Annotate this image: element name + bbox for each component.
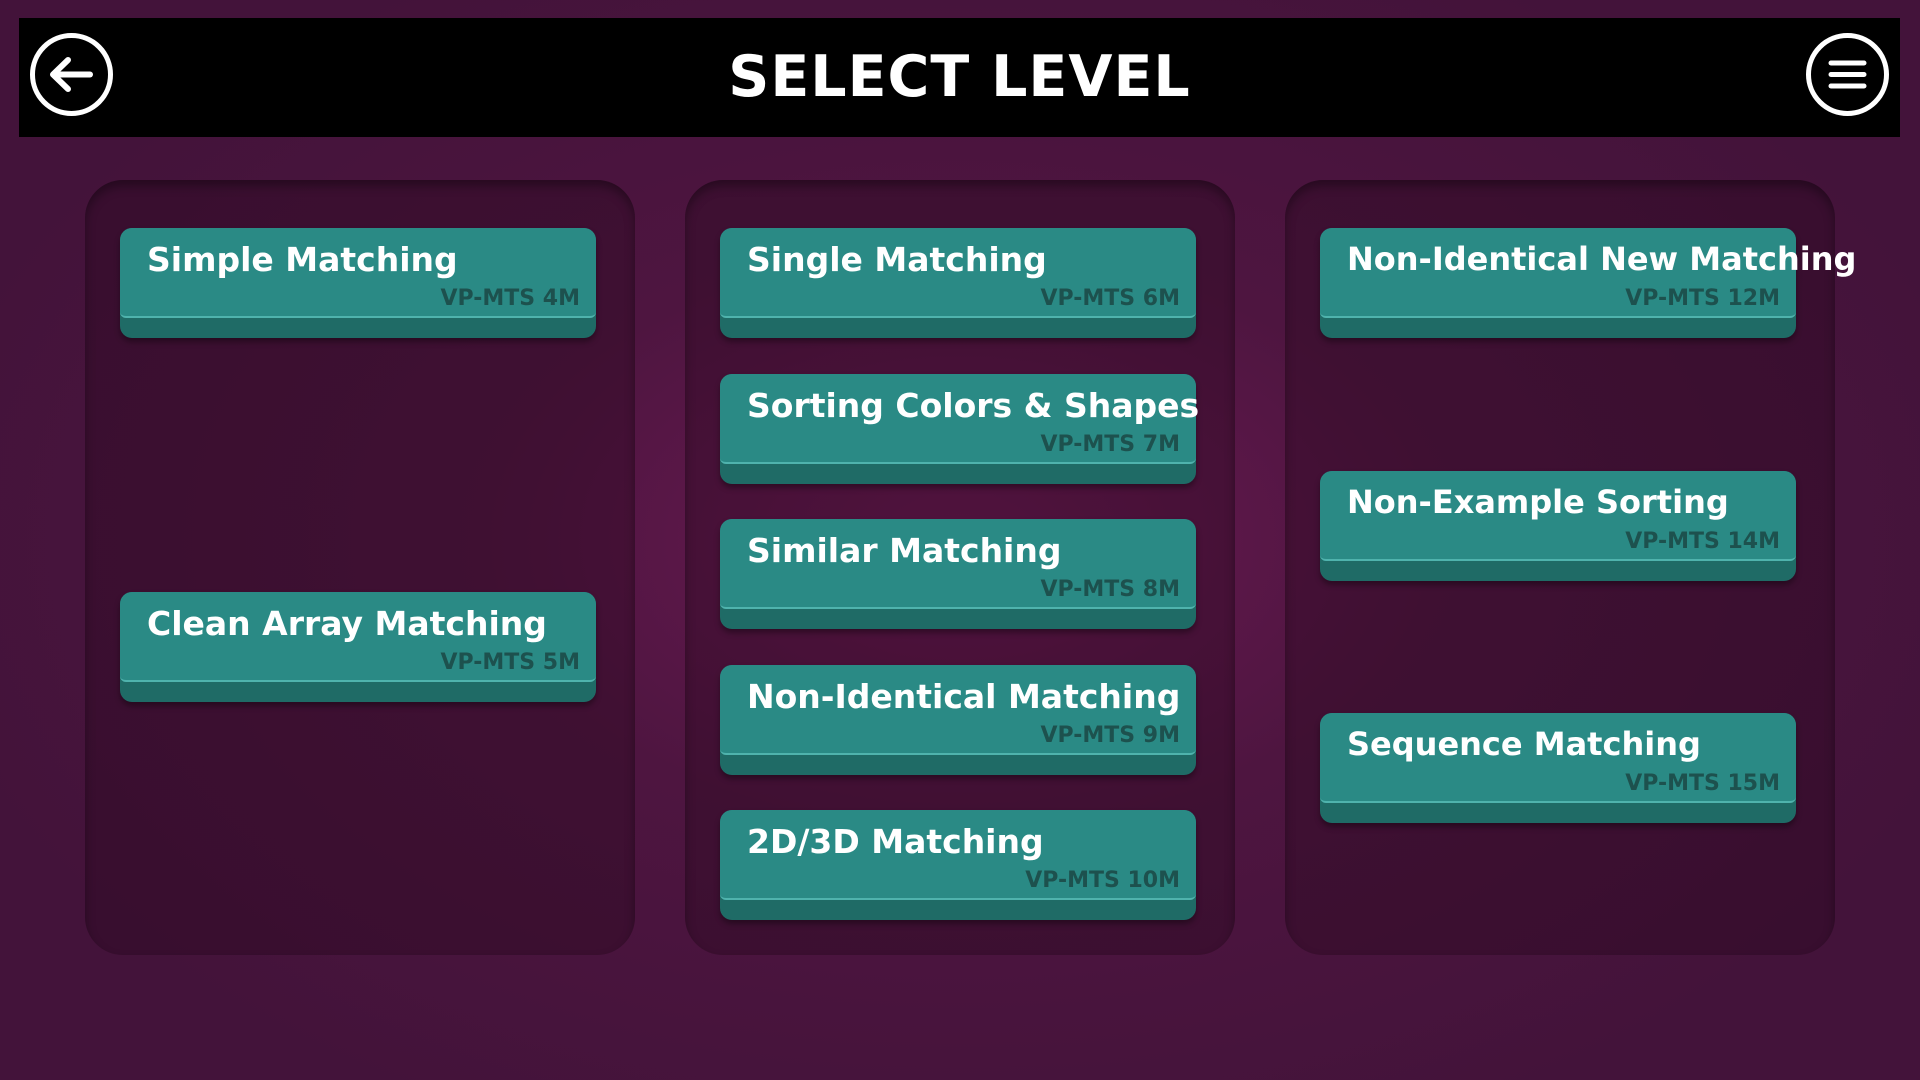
level-button-face: Non-Identical New Matching VP-MTS 12M (1320, 228, 1856, 318)
level-name: Similar Matching (747, 531, 1062, 570)
level-button-non-example-sorting[interactable]: Non-Example Sorting VP-MTS 14M (1320, 471, 1796, 581)
level-button-2d-3d-matching[interactable]: 2D/3D Matching VP-MTS 10M (720, 810, 1196, 920)
level-button-non-identical-matching[interactable]: Non-Identical Matching VP-MTS 9M (720, 665, 1196, 775)
level-code: VP-MTS 10M (1025, 868, 1180, 893)
level-column-3: Non-Identical New Matching VP-MTS 12M No… (1285, 180, 1856, 955)
level-code: VP-MTS 6M (1040, 286, 1181, 311)
level-code: VP-MTS 12M (1625, 286, 1780, 311)
level-button-face: 2D/3D Matching VP-MTS 10M (720, 810, 1196, 900)
level-button-face: Clean Array Matching VP-MTS 5M (120, 592, 596, 682)
level-code: VP-MTS 14M (1625, 529, 1780, 554)
level-button-non-identical-new-matching[interactable]: Non-Identical New Matching VP-MTS 12M (1320, 228, 1856, 338)
page-title: SELECT LEVEL (728, 44, 1191, 110)
level-column-2: Single Matching VP-MTS 6M Sorting Colors… (685, 180, 1235, 955)
level-button-sorting-colors-shapes[interactable]: Sorting Colors & Shapes VP-MTS 7M (720, 374, 1200, 484)
level-button-face: Sorting Colors & Shapes VP-MTS 7M (720, 374, 1200, 464)
level-name: Simple Matching (147, 240, 458, 279)
level-code: VP-MTS 5M (440, 650, 581, 675)
level-name: 2D/3D Matching (747, 822, 1044, 861)
level-button-face: Non-Identical Matching VP-MTS 9M (720, 665, 1196, 755)
level-button-similar-matching[interactable]: Similar Matching VP-MTS 8M (720, 519, 1196, 629)
menu-button[interactable] (1806, 33, 1889, 116)
level-name: Clean Array Matching (147, 604, 547, 643)
level-code: VP-MTS 7M (1040, 432, 1181, 457)
level-code: VP-MTS 4M (440, 286, 581, 311)
level-name: Sorting Colors & Shapes (747, 386, 1200, 425)
level-name: Non-Identical Matching (747, 677, 1181, 716)
level-name: Non-Identical New Matching (1347, 240, 1857, 278)
level-button-face: Non-Example Sorting VP-MTS 14M (1320, 471, 1796, 561)
level-button-face: Single Matching VP-MTS 6M (720, 228, 1196, 318)
level-button-clean-array-matching[interactable]: Clean Array Matching VP-MTS 5M (120, 592, 596, 702)
level-code: VP-MTS 9M (1040, 723, 1181, 748)
level-button-face: Simple Matching VP-MTS 4M (120, 228, 596, 318)
level-name: Non-Example Sorting (1347, 483, 1729, 521)
level-button-simple-matching[interactable]: Simple Matching VP-MTS 4M (120, 228, 596, 338)
level-button-face: Sequence Matching VP-MTS 15M (1320, 713, 1796, 803)
level-button-single-matching[interactable]: Single Matching VP-MTS 6M (720, 228, 1196, 338)
level-name: Sequence Matching (1347, 725, 1701, 763)
level-column-1: Simple Matching VP-MTS 4M Clean Array Ma… (85, 180, 635, 955)
level-code: VP-MTS 15M (1625, 771, 1780, 796)
level-name: Single Matching (747, 240, 1047, 279)
level-button-face: Similar Matching VP-MTS 8M (720, 519, 1196, 609)
level-code: VP-MTS 8M (1040, 577, 1181, 602)
header-bar: SELECT LEVEL (19, 18, 1900, 137)
level-button-sequence-matching[interactable]: Sequence Matching VP-MTS 15M (1320, 713, 1796, 823)
hamburger-menu-icon (1828, 60, 1867, 89)
